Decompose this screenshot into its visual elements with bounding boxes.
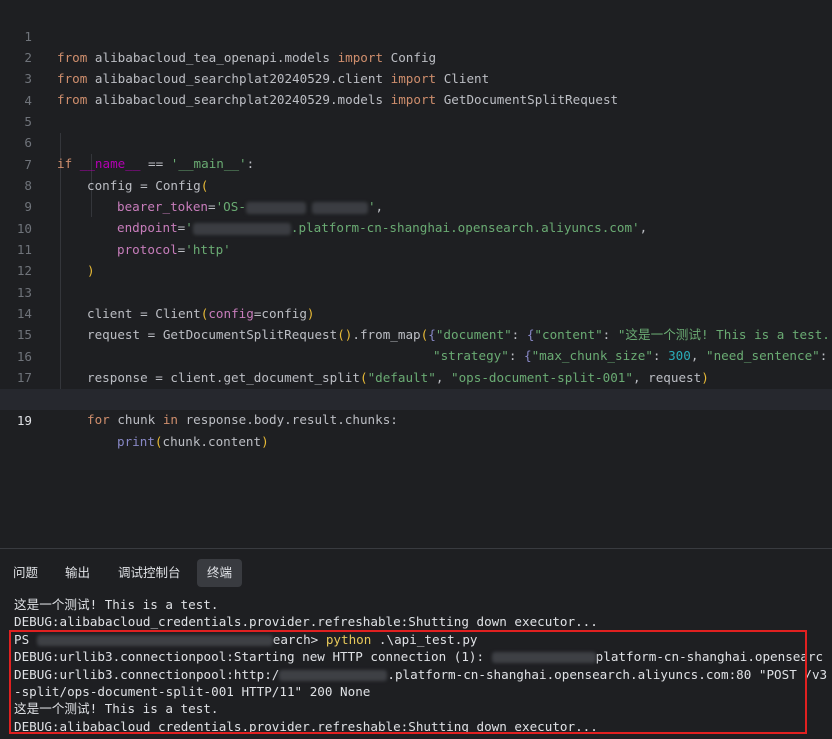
terminal-line: DEBUG:alibabacloud_credentials.provider.… (14, 614, 598, 629)
code-line[interactable]: 14 request = GetDocumentSplitRequest().f… (0, 282, 832, 342)
redacted-text (279, 670, 388, 681)
code-line[interactable]: 5 (0, 90, 832, 129)
code-text: for chunk in response.body.result.chunks… (87, 412, 398, 427)
code-line[interactable]: 6 if __name__ == '__main__': (0, 111, 832, 171)
code-line[interactable]: 15 "strategy": {"max_chunk_size": 300, "… (0, 303, 832, 363)
terminal-line: -split/ops-document-split-001 HTTP/11" 2… (14, 684, 371, 699)
code-editor[interactable]: 1 from alibabacloud_tea_openapi.models i… (0, 0, 832, 548)
terminal-line: 这是一个测试! This is a test. (14, 701, 219, 716)
code-line[interactable]: 12 (0, 239, 832, 278)
code-text: print(chunk.content) (117, 434, 269, 449)
code-line[interactable]: 16 response = client.get_document_split(… (0, 325, 832, 385)
terminal-line: DEBUG:urllib3.connectionpool:Starting ne… (14, 649, 824, 664)
terminal-line: DEBUG:alibabacloud_credentials.provider.… (14, 719, 598, 734)
terminal-line: DEBUG:urllib3.connectionpool:http:/.plat… (14, 667, 828, 682)
code-line[interactable]: 18 for chunk in response.body.result.chu… (0, 367, 832, 427)
redacted-text (491, 652, 596, 663)
tab-terminal[interactable]: 终端 (197, 559, 243, 587)
line-number: 19 (16, 413, 32, 428)
code-line[interactable]: 9 endpoint=' .platform-cn-shanghai.opense… (0, 175, 832, 235)
code-line[interactable]: 7 config = Config( (0, 133, 832, 193)
terminal-line: 这是一个测试! This is a test. (14, 597, 219, 612)
tab-output[interactable]: 输出 (55, 559, 100, 587)
code-line[interactable]: 11 ) (0, 218, 832, 278)
code-line[interactable]: 10 protocol='http' (0, 197, 832, 257)
code-line[interactable]: 3 from alibabacloud_searchplat20240529.m… (0, 47, 832, 107)
code-line[interactable]: 8 bearer_token='OS- ', (0, 154, 832, 214)
code-line[interactable]: 2 from alibabacloud_searchplat20240529.c… (0, 26, 832, 86)
code-line[interactable]: 1 from alibabacloud_tea_openapi.models i… (0, 5, 832, 65)
code-line[interactable]: 17 (0, 346, 832, 385)
terminal-line: PS earch> python .\api_test.py (14, 632, 478, 647)
tab-debug-console[interactable]: 调试控制台 (108, 559, 191, 587)
code-line-current[interactable]: 19 print(chunk.content) (0, 389, 832, 449)
tab-problems[interactable]: 问题 (3, 559, 48, 587)
code-line[interactable]: 13 client = Client(config=config) (0, 261, 832, 321)
redacted-text (36, 635, 273, 646)
code-line[interactable]: 4 (0, 69, 832, 108)
